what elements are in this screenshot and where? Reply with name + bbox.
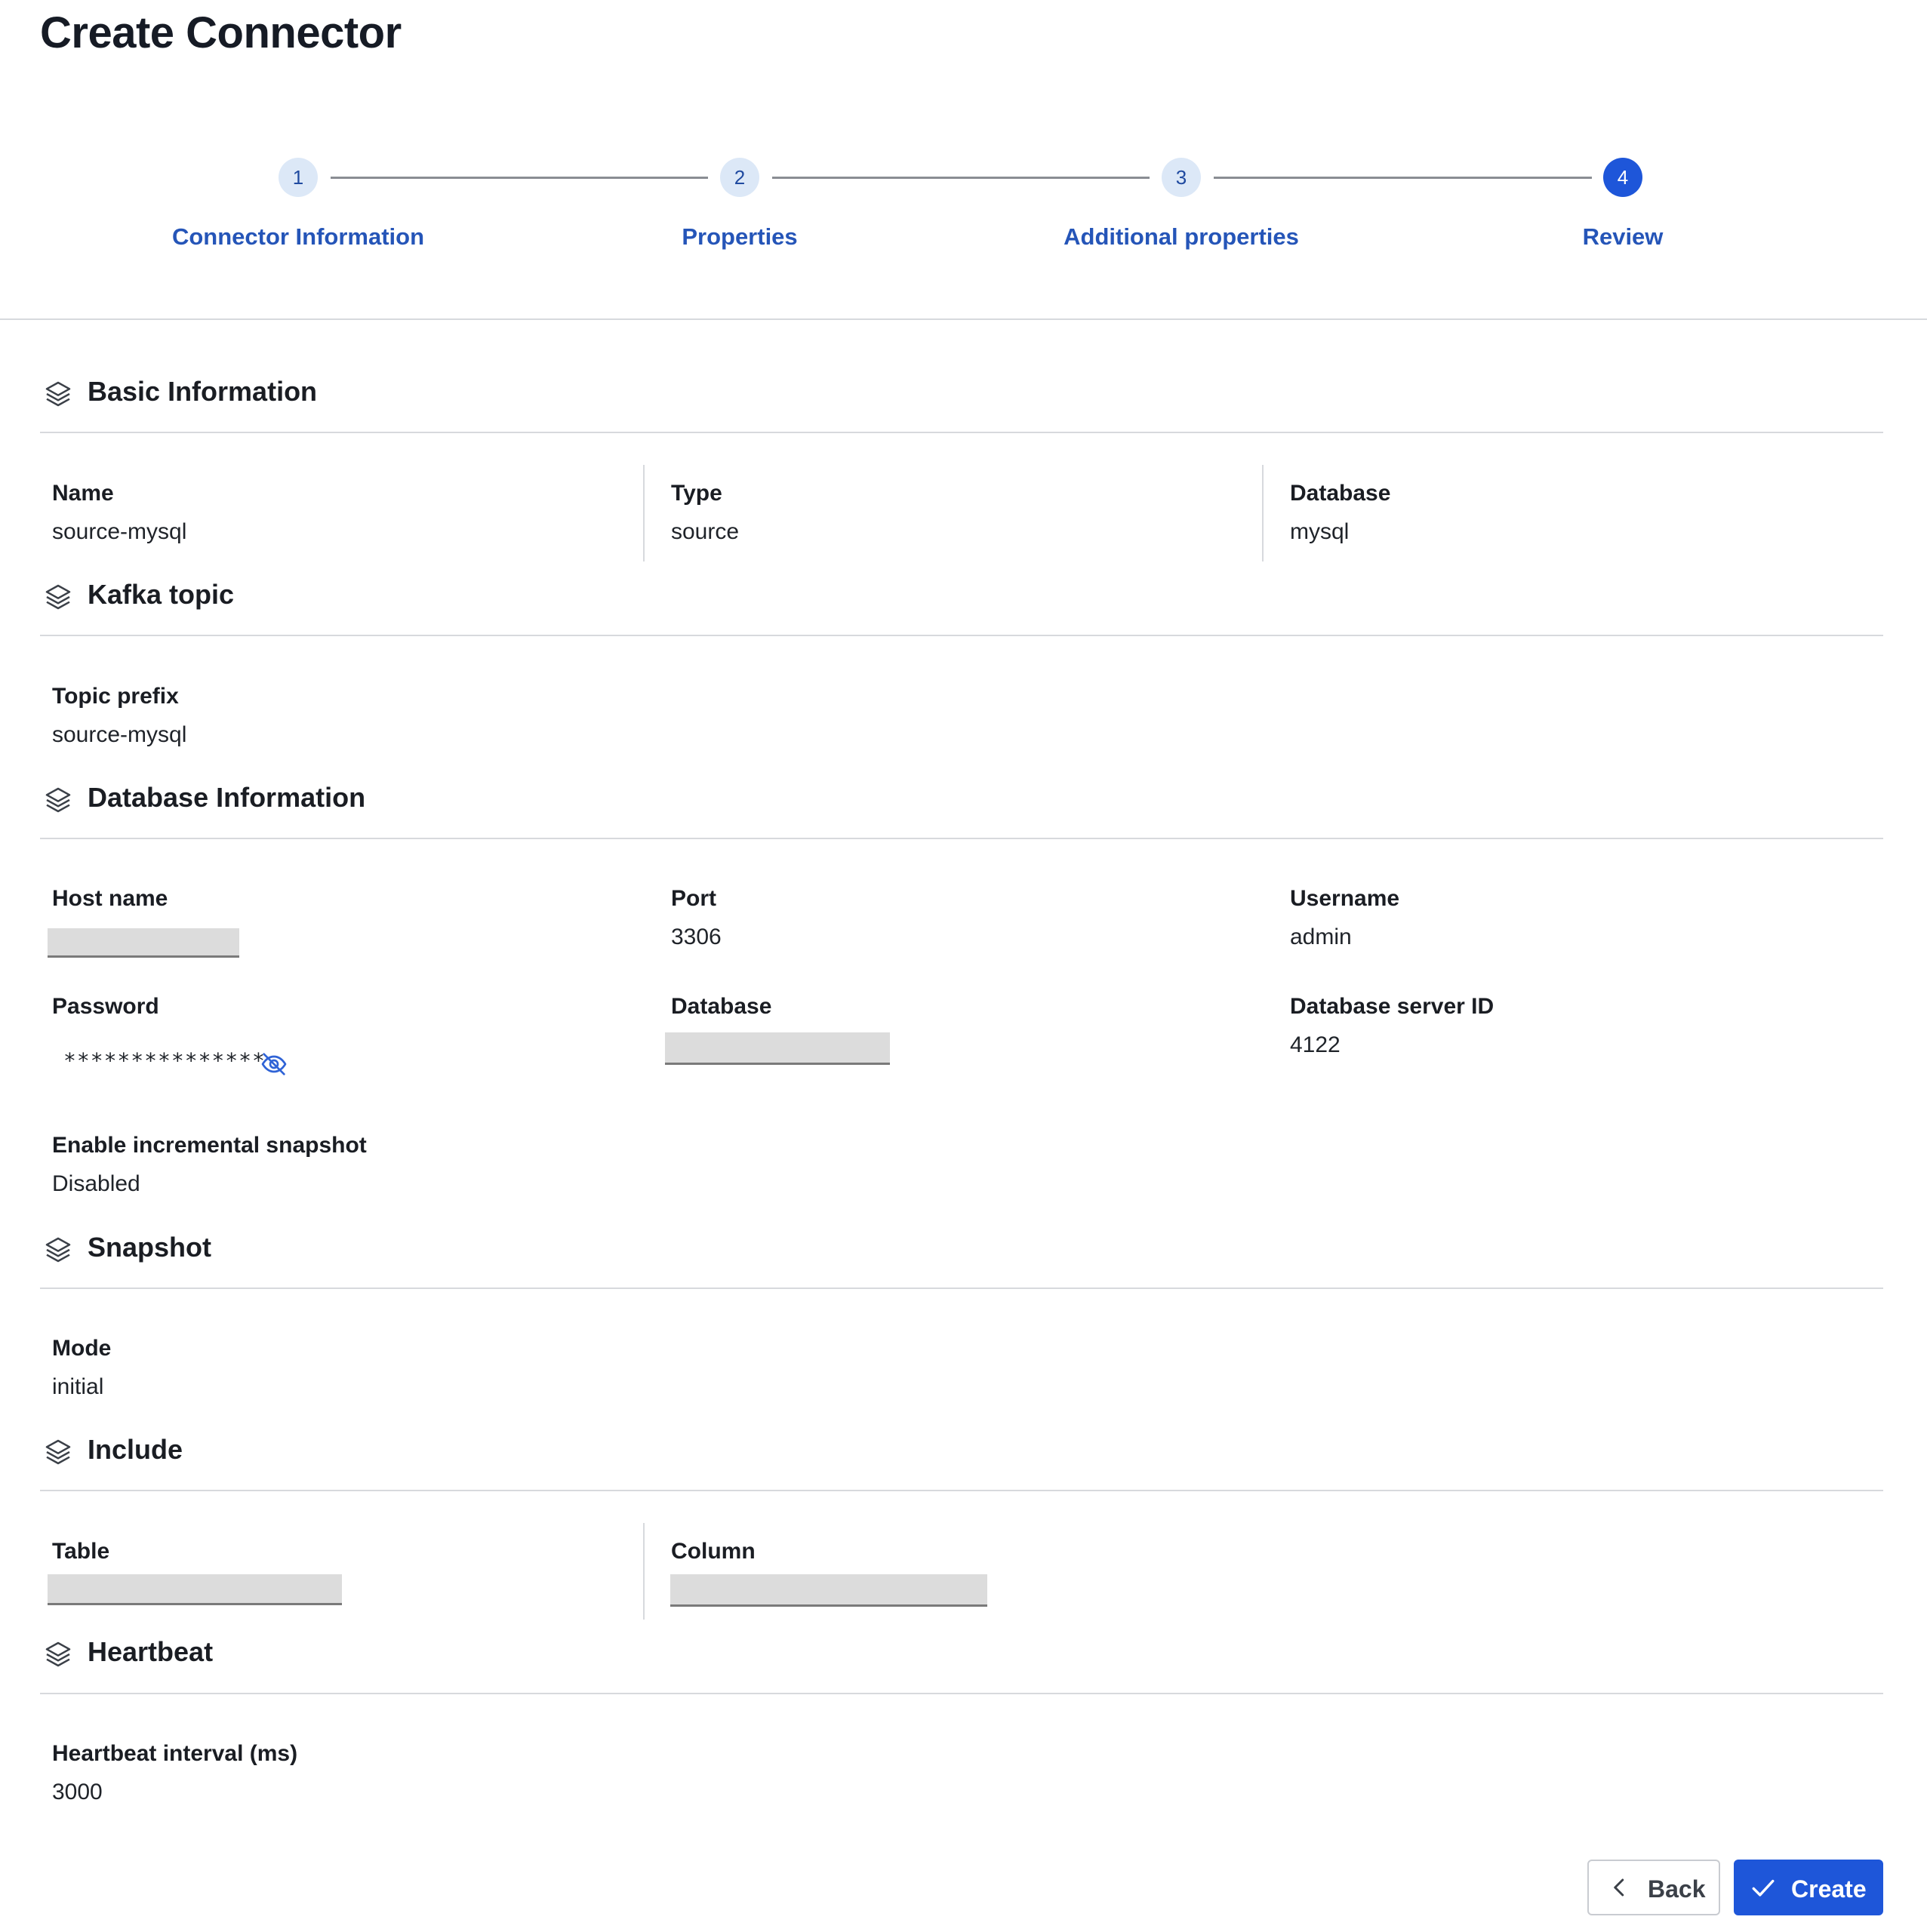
step-1-label[interactable]: Connector Information bbox=[72, 223, 525, 251]
heartbeat-interval-value: 3000 bbox=[52, 1780, 103, 1804]
step-3-label[interactable]: Additional properties bbox=[955, 223, 1408, 251]
back-button-label: Back bbox=[1648, 1875, 1706, 1903]
host-name-redacted-value bbox=[48, 928, 239, 958]
host-name-label: Host name bbox=[52, 886, 168, 911]
back-button[interactable]: Back bbox=[1587, 1860, 1720, 1915]
stepper-divider bbox=[0, 318, 1927, 320]
database-name-label: Database bbox=[671, 994, 772, 1019]
section-title: Database Information bbox=[88, 782, 366, 813]
column-divider bbox=[643, 1523, 645, 1620]
section-divider bbox=[40, 838, 1883, 839]
layers-icon bbox=[45, 1641, 71, 1667]
step-1-number[interactable]: 1 bbox=[279, 158, 318, 197]
section-title: Include bbox=[88, 1434, 183, 1465]
incremental-snapshot-value: Disabled bbox=[52, 1171, 140, 1196]
step-2-label[interactable]: Properties bbox=[513, 223, 966, 251]
table-redacted-value bbox=[48, 1574, 342, 1605]
layers-icon bbox=[45, 1237, 71, 1263]
mode-value: initial bbox=[52, 1374, 104, 1399]
database-name-redacted-value bbox=[665, 1032, 890, 1065]
column-divider bbox=[643, 465, 645, 561]
section-divider bbox=[40, 1287, 1883, 1289]
type-label: Type bbox=[671, 481, 722, 506]
section-divider bbox=[40, 1490, 1883, 1491]
create-button[interactable]: Create bbox=[1734, 1860, 1883, 1915]
step-4-number[interactable]: 4 bbox=[1603, 158, 1642, 197]
layers-icon bbox=[45, 381, 71, 407]
section-title: Kafka topic bbox=[88, 579, 235, 610]
username-label: Username bbox=[1290, 886, 1400, 911]
chevron-left-icon bbox=[1614, 1878, 1624, 1897]
section-title: Basic Information bbox=[88, 376, 318, 407]
layers-icon bbox=[45, 584, 71, 610]
section-title: Snapshot bbox=[88, 1232, 212, 1263]
stepper-connector-1 bbox=[331, 177, 708, 179]
stepper-connector-2 bbox=[772, 177, 1150, 179]
name-label: Name bbox=[52, 481, 114, 506]
server-id-label: Database server ID bbox=[1290, 994, 1495, 1019]
section-divider bbox=[40, 635, 1883, 636]
create-button-label: Create bbox=[1791, 1875, 1867, 1903]
column-divider bbox=[1262, 465, 1264, 561]
table-label: Table bbox=[52, 1539, 110, 1564]
check-icon bbox=[1752, 1879, 1775, 1897]
mode-label: Mode bbox=[52, 1336, 112, 1361]
section-divider bbox=[40, 1693, 1883, 1694]
step-2-number[interactable]: 2 bbox=[720, 158, 759, 197]
section-divider bbox=[40, 432, 1883, 433]
stepper-connector-3 bbox=[1214, 177, 1592, 179]
column-label: Column bbox=[671, 1539, 756, 1564]
username-value: admin bbox=[1290, 924, 1352, 949]
password-label: Password bbox=[52, 994, 159, 1019]
step-3-number[interactable]: 3 bbox=[1162, 158, 1201, 197]
password-value: *************** bbox=[63, 1048, 266, 1073]
topic-prefix-value: source-mysql bbox=[52, 722, 187, 747]
port-value: 3306 bbox=[671, 924, 722, 949]
server-id-value: 4122 bbox=[1290, 1032, 1341, 1057]
incremental-snapshot-label: Enable incremental snapshot bbox=[52, 1133, 367, 1158]
name-value: source-mysql bbox=[52, 519, 187, 544]
type-value: source bbox=[671, 519, 740, 544]
port-label: Port bbox=[671, 886, 716, 911]
column-redacted-value bbox=[670, 1574, 987, 1607]
database-type-label: Database bbox=[1290, 481, 1391, 506]
section-title: Heartbeat bbox=[88, 1636, 214, 1667]
database-type-value: mysql bbox=[1290, 519, 1350, 544]
topic-prefix-label: Topic prefix bbox=[52, 684, 179, 709]
layers-icon bbox=[45, 787, 71, 813]
eye-slash-icon[interactable] bbox=[259, 1049, 289, 1079]
heartbeat-interval-label: Heartbeat interval (ms) bbox=[52, 1741, 298, 1766]
step-4-label[interactable]: Review bbox=[1396, 223, 1849, 251]
layers-icon bbox=[45, 1439, 71, 1465]
page-title: Create Connector bbox=[40, 8, 402, 57]
